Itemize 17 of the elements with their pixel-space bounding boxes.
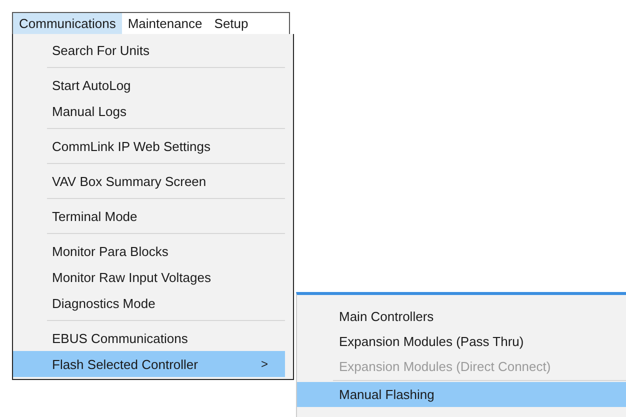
menu-item[interactable]: Start AutoLog bbox=[13, 72, 285, 98]
menu-item[interactable]: EBUS Communications bbox=[13, 325, 285, 351]
submenu-item[interactable]: Manual Flashing bbox=[297, 382, 626, 407]
menu-item[interactable]: Diagnostics Mode bbox=[13, 290, 285, 316]
menu-item[interactable]: Terminal Mode bbox=[13, 203, 285, 229]
menu-item[interactable]: Monitor Para Blocks bbox=[13, 238, 285, 264]
menu-item[interactable]: Manual Logs bbox=[13, 98, 285, 124]
menu-item[interactable]: Search For Units bbox=[13, 37, 285, 63]
menu-item[interactable]: Flash Selected Controller > bbox=[13, 351, 285, 377]
menu-item[interactable]: CommLink IP Web Settings bbox=[13, 133, 285, 159]
submenu-item[interactable]: Main Controllers bbox=[297, 304, 626, 329]
menu-item[interactable]: Monitor Raw Input Voltages bbox=[13, 264, 285, 290]
submenu-item[interactable]: Expansion Modules (Pass Thru) bbox=[297, 329, 626, 354]
menu-bar-item[interactable]: Communications bbox=[13, 13, 122, 34]
menu-bar-item[interactable]: Maintenance bbox=[122, 13, 208, 34]
menu-bar-item[interactable]: Setup bbox=[208, 13, 254, 34]
menu-item[interactable]: VAV Box Summary Screen bbox=[13, 168, 285, 194]
